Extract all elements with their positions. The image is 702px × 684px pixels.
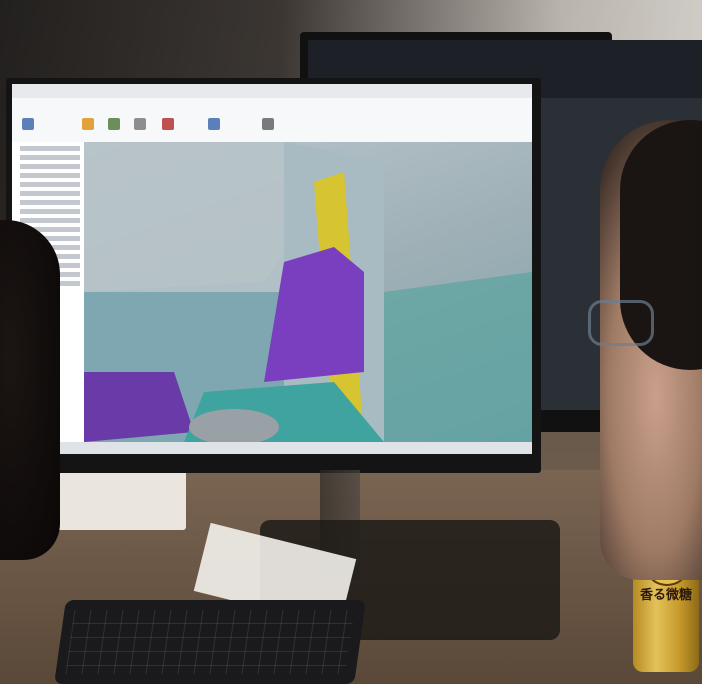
main-monitor xyxy=(6,78,541,473)
tree-row[interactable] xyxy=(20,164,80,169)
teal-region xyxy=(384,272,532,442)
keyboard[interactable] xyxy=(54,600,366,684)
keyboard-keys[interactable] xyxy=(65,610,355,674)
tree-row[interactable] xyxy=(20,191,80,196)
ribbon-icon[interactable] xyxy=(108,118,120,130)
ribbon-icon[interactable] xyxy=(134,118,146,130)
tree-row[interactable] xyxy=(20,155,80,160)
photo-scene: 香る微糖 xyxy=(0,0,702,684)
cad-3d-viewport[interactable] xyxy=(84,142,532,442)
person-left-head xyxy=(0,220,60,560)
ribbon-icon[interactable] xyxy=(82,118,94,130)
os-taskbar[interactable] xyxy=(12,442,532,454)
tree-row[interactable] xyxy=(20,173,80,178)
ribbon-icon[interactable] xyxy=(162,118,174,130)
ribbon-icon[interactable] xyxy=(262,118,274,130)
cad-title-bar xyxy=(12,84,532,99)
tree-row[interactable] xyxy=(20,182,80,187)
tree-row[interactable] xyxy=(20,209,80,214)
purple-block xyxy=(84,372,194,442)
ribbon-icon[interactable] xyxy=(208,118,220,130)
cad-ribbon xyxy=(12,98,532,143)
tree-row[interactable] xyxy=(20,146,80,151)
ribbon-icon[interactable] xyxy=(22,118,34,130)
cad-model xyxy=(84,142,532,442)
tree-row[interactable] xyxy=(20,218,80,223)
cad-screen xyxy=(12,84,532,454)
person-right xyxy=(600,120,702,580)
tree-row[interactable] xyxy=(20,200,80,205)
model-wall-panel xyxy=(84,142,284,292)
can-label: 香る微糖 xyxy=(639,588,692,603)
glasses xyxy=(588,300,654,346)
